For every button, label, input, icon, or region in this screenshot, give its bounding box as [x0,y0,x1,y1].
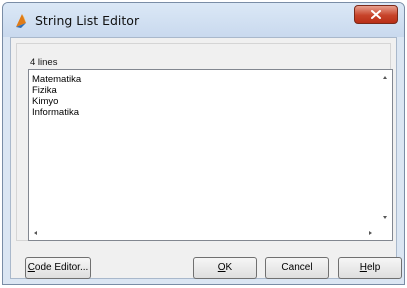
lines-list[interactable]: Matematika Fizika Kimyo Informatika [32,74,81,118]
line-count-label: 4 lines [30,57,58,68]
close-button[interactable] [354,5,398,24]
list-item[interactable]: Fizika [32,85,81,96]
code-editor-label: ode Editor... [34,262,89,273]
string-list-memo[interactable]: Matematika Fizika Kimyo Informatika [28,69,393,241]
window-title: String List Editor [35,13,140,28]
scroll-up-arrow-icon[interactable] [383,76,387,79]
scroll-right-arrow-icon[interactable] [369,231,372,235]
delphi-app-icon [16,14,26,28]
help-button[interactable]: Help [338,257,402,279]
code-editor-button[interactable]: Code Editor... [25,257,91,279]
scroll-left-arrow-icon[interactable] [34,231,37,235]
list-item[interactable]: Kimyo [32,96,81,107]
close-x-icon [371,10,381,19]
ok-accel: O [217,262,226,273]
list-item[interactable]: Matematika [32,74,81,85]
horizontal-scrollbar[interactable] [29,225,377,240]
cancel-button[interactable]: Cancel [265,257,329,279]
title-bar[interactable]: String List Editor [3,3,404,37]
help-label: elp [366,262,381,273]
string-list-editor-dialog: String List Editor 4 lines Matematika Fi… [2,2,405,285]
vertical-scrollbar[interactable] [377,70,392,225]
lines-group-box: 4 lines Matematika Fizika Kimyo Informat… [16,43,393,241]
ok-button[interactable]: OK [193,257,257,279]
scroll-down-arrow-icon[interactable] [383,216,387,219]
help-accel: H [359,262,367,273]
cancel-label: Cancel [281,262,313,273]
code-editor-accel: C [27,262,35,273]
ok-label: K [225,262,233,273]
dialog-body: 4 lines Matematika Fizika Kimyo Informat… [10,37,402,279]
list-item[interactable]: Informatika [32,107,81,118]
